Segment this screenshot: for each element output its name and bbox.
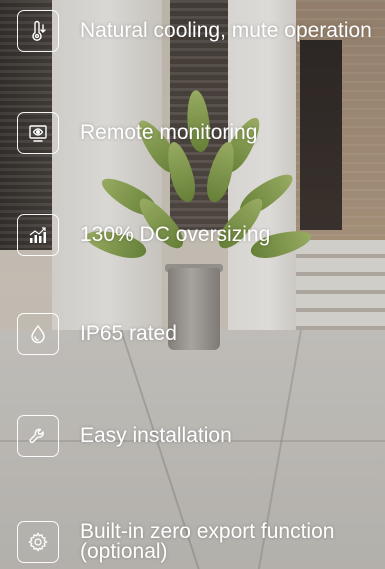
- monitor-icon: [17, 112, 59, 154]
- feature-easy-installation: Easy installation: [17, 415, 377, 457]
- feature-list: Natural cooling, mute operation Remote m…: [0, 0, 385, 569]
- feature-label: IP65 rated: [80, 322, 177, 345]
- gear-icon: [17, 521, 59, 563]
- feature-remote-monitoring: Remote monitoring: [17, 112, 377, 154]
- water-drop-icon: [17, 313, 59, 355]
- feature-ip65: IP65 rated: [17, 313, 377, 355]
- feature-label: Natural cooling, mute operation: [80, 19, 372, 42]
- feature-zero-export: Built-in zero export function (optional): [17, 521, 377, 563]
- feature-label: 130% DC oversizing: [80, 223, 271, 246]
- feature-natural-cooling: Natural cooling, mute operation: [17, 10, 377, 52]
- growth-chart-icon: [17, 214, 59, 256]
- wrench-icon: [17, 415, 59, 457]
- feature-label: Built-in zero export function (optional): [80, 520, 335, 563]
- feature-label: Remote monitoring: [80, 121, 258, 144]
- thermometer-icon: [17, 10, 59, 52]
- feature-dc-oversizing: 130% DC oversizing: [17, 214, 377, 256]
- feature-label: Easy installation: [80, 424, 232, 447]
